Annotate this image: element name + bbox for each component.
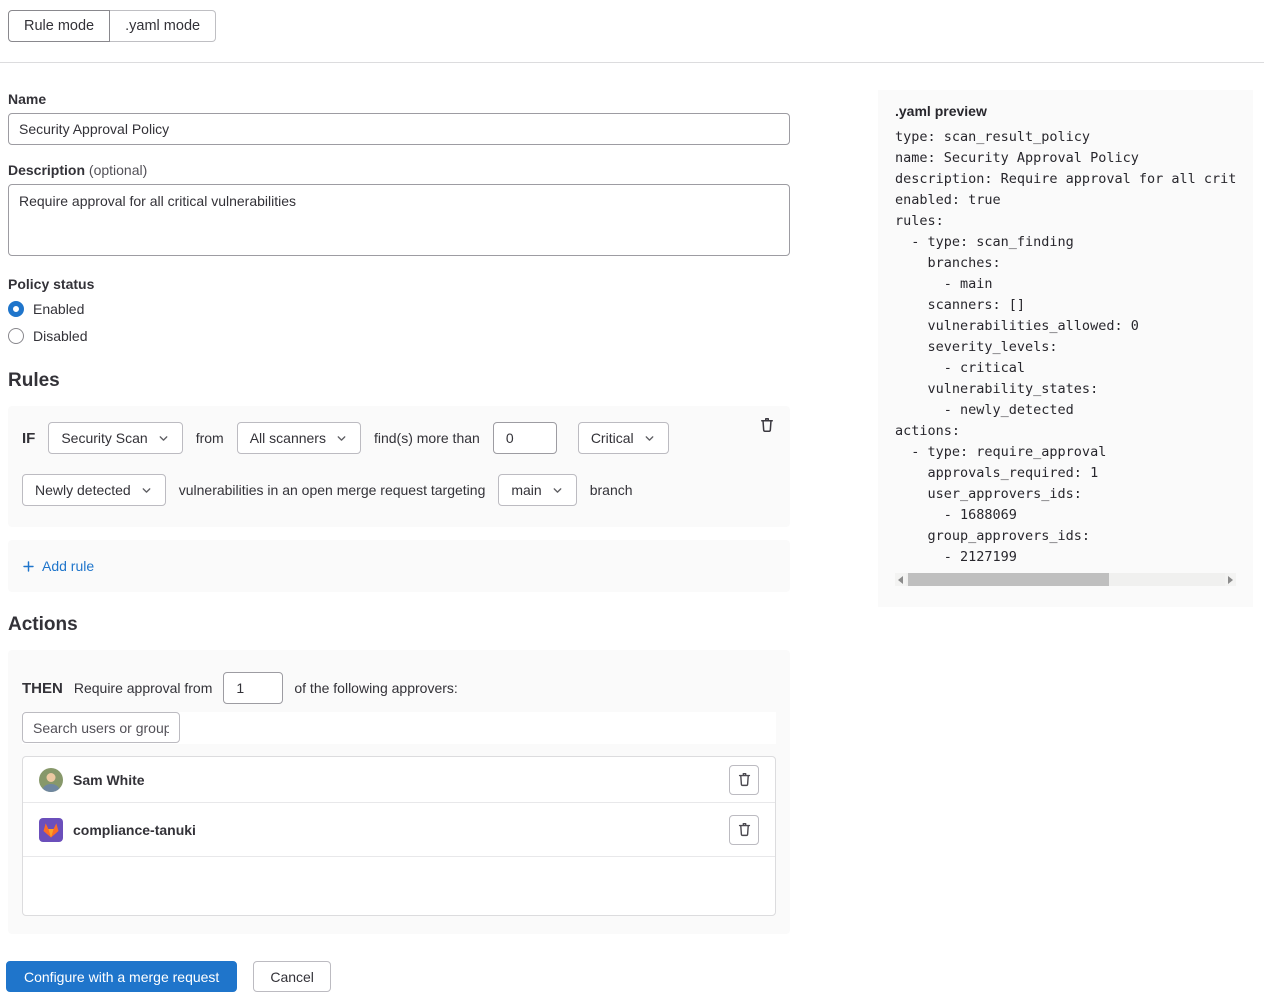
trash-icon (759, 417, 775, 433)
policy-status-disabled-option[interactable]: Disabled (8, 326, 790, 346)
targeting-text: vulnerabilities in an open merge request… (179, 482, 486, 498)
approver-row-compliance-tanuki: compliance-tanuki (23, 803, 775, 857)
remove-approver-button[interactable] (729, 765, 759, 795)
if-label: IF (22, 430, 35, 447)
scrollbar-track[interactable] (906, 573, 1225, 586)
tab-yaml-mode[interactable]: .yaml mode (110, 10, 216, 42)
add-rule-card: Add rule (8, 540, 790, 592)
vulnerabilities-allowed-input[interactable] (493, 422, 557, 454)
approver-name: Sam White (73, 772, 145, 788)
chevron-down-icon (643, 432, 656, 445)
horizontal-scrollbar[interactable] (895, 573, 1236, 586)
remove-approver-button[interactable] (729, 815, 759, 845)
approver-name: compliance-tanuki (73, 822, 196, 838)
approvals-required-input[interactable] (223, 672, 283, 704)
user-avatar (39, 768, 63, 792)
approver-list: Sam White compliance-tanuki (22, 756, 776, 916)
approver-select (22, 712, 776, 744)
scrollbar-thumb[interactable] (908, 573, 1109, 586)
radio-disabled-label: Disabled (33, 328, 87, 344)
add-rule-button[interactable]: Add rule (22, 558, 94, 574)
description-input[interactable]: Require approval for all critical vulner… (8, 184, 790, 256)
rule-card: IF Security Scan from All scanners find(… (8, 406, 790, 527)
branch-text: branch (590, 482, 633, 498)
finds-more-than-text: find(s) more than (374, 430, 480, 446)
policy-editor-page: Rule mode .yaml mode Name Description (o… (0, 0, 1264, 992)
chevron-down-icon (551, 484, 564, 497)
group-avatar (39, 818, 63, 842)
chevron-down-icon (335, 432, 348, 445)
rule-row-2: Newly detected vulnerabilities in an ope… (22, 474, 776, 506)
mode-tab-group: Rule mode .yaml mode (8, 10, 216, 42)
severity-dropdown[interactable]: Critical (578, 422, 669, 454)
plus-icon (22, 560, 35, 573)
rules-heading: Rules (8, 370, 790, 392)
yaml-preview-code: type: scan_result_policy name: Security … (895, 127, 1236, 568)
require-approval-text: Require approval from (74, 680, 213, 696)
branch-dropdown[interactable]: main (498, 474, 576, 506)
radio-disabled-icon[interactable] (8, 328, 24, 344)
tab-rule-mode[interactable]: Rule mode (8, 10, 110, 42)
name-input[interactable] (8, 113, 790, 145)
chevron-down-icon (140, 484, 153, 497)
policy-status-label: Policy status (8, 276, 790, 292)
yaml-preview-panel: .yaml preview type: scan_result_policy n… (878, 90, 1253, 607)
name-label: Name (8, 91, 790, 107)
configure-merge-request-button[interactable]: Configure with a merge request (6, 961, 237, 992)
following-approvers-text: of the following approvers: (294, 680, 457, 696)
actions-card: THEN Require approval from of the follow… (8, 650, 790, 934)
scroll-right-arrow-icon[interactable] (1225, 573, 1236, 586)
scroll-left-arrow-icon[interactable] (895, 573, 906, 586)
delete-rule-button[interactable] (757, 415, 777, 435)
yaml-preview-heading: .yaml preview (895, 103, 1236, 119)
description-optional-hint: (optional) (89, 162, 147, 178)
cancel-button[interactable]: Cancel (253, 961, 331, 992)
search-users-groups-input[interactable] (22, 712, 180, 743)
radio-enabled-label: Enabled (33, 301, 84, 317)
chevron-down-icon (157, 432, 170, 445)
then-row: THEN Require approval from of the follow… (22, 672, 776, 704)
scan-type-dropdown[interactable]: Security Scan (48, 422, 182, 454)
actions-heading: Actions (8, 614, 790, 636)
trash-icon (737, 772, 752, 787)
from-text: from (196, 430, 224, 446)
policy-status-enabled-option[interactable]: Enabled (8, 299, 790, 319)
then-label: THEN (22, 680, 63, 697)
approver-row-sam-white: Sam White (23, 757, 775, 803)
form-footer: Configure with a merge request Cancel (6, 961, 790, 992)
rule-row-1: IF Security Scan from All scanners find(… (22, 422, 776, 454)
trash-icon (737, 822, 752, 837)
scanners-dropdown[interactable]: All scanners (237, 422, 361, 454)
vulnerability-state-dropdown[interactable]: Newly detected (22, 474, 166, 506)
radio-enabled-icon[interactable] (8, 301, 24, 317)
description-label: Description (optional) (8, 162, 790, 178)
policy-form: Name Description (optional) Require appr… (8, 63, 790, 992)
